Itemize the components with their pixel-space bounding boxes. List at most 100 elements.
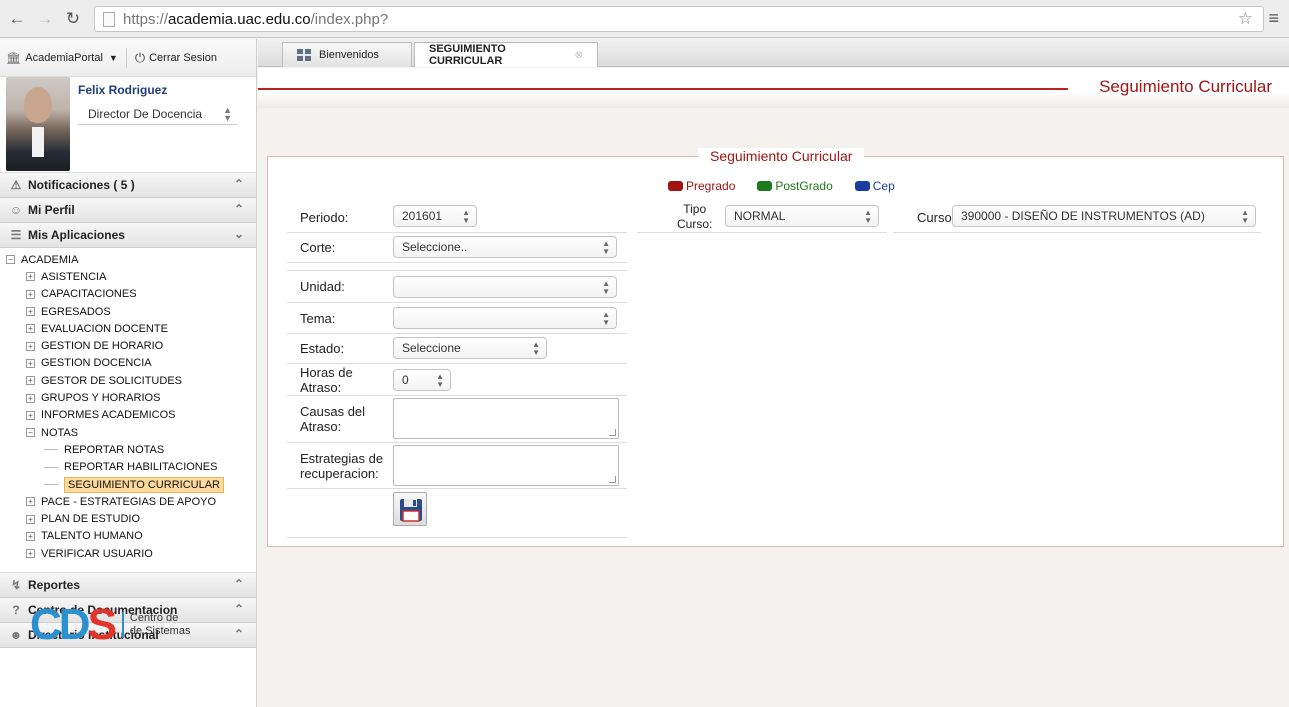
tipo-curso-select[interactable]: NORMAL ▲ ▼ <box>725 205 879 227</box>
warning-icon: ⚠ <box>10 178 22 192</box>
expand-icon[interactable]: + <box>26 376 35 386</box>
estado-label: Estado: <box>300 341 345 356</box>
page-title: Seguimiento Curricular <box>1099 77 1272 96</box>
tree-item[interactable]: + TALENTO HUMANO <box>0 528 256 545</box>
grid-icon <box>297 49 311 61</box>
tree-item[interactable]: + PLAN DE ESTUDIO <box>0 510 256 527</box>
corte-select[interactable]: Seleccione.. ▲ ▼ <box>393 236 617 258</box>
tree-item[interactable]: + GESTION DE HORARIO <box>0 337 256 354</box>
corte-value: Seleccione.. <box>402 240 468 254</box>
expand-icon[interactable]: + <box>26 289 35 299</box>
tree-item[interactable]: + GESTOR DE SOLICITUDES <box>0 372 256 389</box>
estado-select[interactable]: Seleccione ▲ ▼ <box>393 337 547 359</box>
url-host: academia.uac.edu.co <box>168 10 311 28</box>
estrategias-label-1: Estrategias de <box>300 450 384 466</box>
accordion-profile[interactable]: ☺ Mi Perfil ⌃ <box>0 198 256 223</box>
expand-icon[interactable]: + <box>26 549 35 559</box>
tree-item[interactable]: + EVALUACION DOCENTE <box>0 320 256 337</box>
horas-label-1: Horas de <box>300 364 353 380</box>
periodo-value: 201601 <box>402 209 443 223</box>
legend-cep: Cep <box>854 179 895 193</box>
expand-icon[interactable]: + <box>26 531 35 541</box>
avatar <box>6 77 70 171</box>
tree-item[interactable]: + GRUPOS Y HORARIOS <box>0 389 256 406</box>
unidad-select[interactable]: ▲ ▼ <box>393 276 617 298</box>
tab-bienvenidos[interactable]: Bienvenidos <box>282 42 412 67</box>
legend-label: Cep <box>872 179 895 193</box>
estrategias-textarea[interactable] <box>393 445 619 486</box>
tree-item[interactable]: + VERIFICAR USUARIO <box>0 545 256 562</box>
reload-icon[interactable]: ↻ <box>62 9 84 29</box>
collapse-icon[interactable]: − <box>6 255 15 265</box>
tree-subitem[interactable]: REPORTAR HABILITACIONES <box>0 459 256 476</box>
tree-item[interactable]: + CAPACITACIONES <box>0 286 256 303</box>
tab-seguimiento[interactable]: SEGUIMIENTO CURRICULAR ⊗ <box>414 42 598 67</box>
cds-logo: CDS Centro de de Sistemas <box>30 600 230 650</box>
horas-select[interactable]: 0 ▲ ▼ <box>393 369 451 391</box>
tree-subitem-selected[interactable]: SEGUIMIENTO CURRICULAR <box>0 476 256 493</box>
tree-label: TALENTO HUMANO <box>41 530 143 543</box>
tree-label: EGRESADOS <box>41 305 111 318</box>
expand-icon[interactable]: + <box>26 393 35 403</box>
tree-item[interactable]: + PACE - ESTRATEGIAS DE APOYO <box>0 493 256 510</box>
accordion-label: Notificaciones ( 5 ) <box>28 178 135 192</box>
tree-item[interactable]: + ASISTENCIA <box>0 268 256 285</box>
expand-icon[interactable]: + <box>26 272 35 282</box>
legend-postgrado: PostGrado <box>757 179 833 193</box>
portal-menu[interactable]: 🏛 AcademiaPortal ▼ <box>6 51 118 65</box>
accordion-apps[interactable]: ☰ Mis Aplicaciones ⌄ <box>0 223 256 248</box>
accordion-reports[interactable]: ↯ Reportes ⌃ <box>0 573 256 598</box>
role-select[interactable]: Director De Docencia ▲ ▼ <box>78 103 238 125</box>
expand-icon[interactable]: + <box>26 307 35 317</box>
causas-textarea[interactable] <box>393 398 619 439</box>
close-icon[interactable]: ⊗ <box>575 50 583 61</box>
tree-subitem[interactable]: REPORTAR NOTAS <box>0 441 256 458</box>
page-icon <box>103 11 115 27</box>
tree-item[interactable]: + GESTION DOCENCIA <box>0 355 256 372</box>
tree-item-notas[interactable]: − NOTAS <box>0 424 256 441</box>
tree-label: GESTION DE HORARIO <box>41 340 164 353</box>
tema-select[interactable]: ▲ ▼ <box>393 307 617 329</box>
curso-select[interactable]: 390000 - DISEÑO DE INSTRUMENTOS (AD) ▲ ▼ <box>952 205 1256 227</box>
list-icon: ☰ <box>10 228 22 242</box>
browser-menu-icon[interactable]: ≡ <box>1268 8 1279 29</box>
tree-label: CAPACITACIONES <box>41 288 137 301</box>
save-button[interactable] <box>393 492 427 526</box>
collapse-icon[interactable]: − <box>26 428 35 438</box>
select-arrows-icon: ▲ ▼ <box>223 105 232 123</box>
causas-label-1: Causas del <box>300 404 366 419</box>
swatch-cep <box>854 181 870 191</box>
address-bar[interactable]: https://academia.uac.edu.co/index.php? <box>94 6 1264 32</box>
tree-item[interactable]: + INFORMES ACADEMICOS <box>0 407 256 424</box>
chevron-down-icon: ⌄ <box>233 227 244 241</box>
select-arrows-icon: ▲ ▼ <box>602 239 610 256</box>
expand-icon[interactable]: + <box>26 341 35 351</box>
tree-item[interactable]: + EGRESADOS <box>0 303 256 320</box>
logout-button[interactable]: ⏻ Cerrar Sesion <box>135 50 217 66</box>
sidebar-toolbar: 🏛 AcademiaPortal ▼ ⏻ Cerrar Sesion <box>0 39 256 77</box>
back-icon[interactable]: ← <box>6 9 28 29</box>
expand-icon[interactable]: + <box>26 324 35 334</box>
cds-line-2: de Sistemas <box>129 625 191 637</box>
role-value: Director De Docencia <box>88 106 203 121</box>
legend-label: PostGrado <box>775 179 833 193</box>
legend-pregrado: Pregrado <box>668 179 735 193</box>
tema-label: Tema: <box>300 310 336 326</box>
expand-icon[interactable]: + <box>26 410 35 420</box>
lightning-icon: ↯ <box>10 578 22 592</box>
tipo-curso-label-2: Curso: <box>677 217 713 231</box>
power-icon: ⏻ <box>134 49 146 65</box>
forward-icon[interactable]: → <box>34 9 56 29</box>
expand-icon[interactable]: + <box>26 358 35 368</box>
tree-root[interactable]: − ACADEMIA <box>0 251 256 268</box>
user-icon: ☺ <box>9 203 23 217</box>
expand-icon[interactable]: + <box>26 514 35 524</box>
accordion-label: Mis Aplicaciones <box>28 228 125 242</box>
estrategias-label: Estrategias de recuperacion: <box>300 451 383 481</box>
periodo-select[interactable]: 201601 ▲ ▼ <box>393 205 477 227</box>
browser-toolbar: ← → ↻ https://academia.uac.edu.co/index.… <box>0 0 1289 38</box>
accordion-notifications[interactable]: ⚠ Notificaciones ( 5 ) ⌃ <box>0 173 256 198</box>
expand-icon[interactable]: + <box>26 497 35 507</box>
bookmark-star-icon[interactable]: ☆ <box>1238 9 1253 29</box>
cds-logo-letters: CDS <box>30 600 117 649</box>
